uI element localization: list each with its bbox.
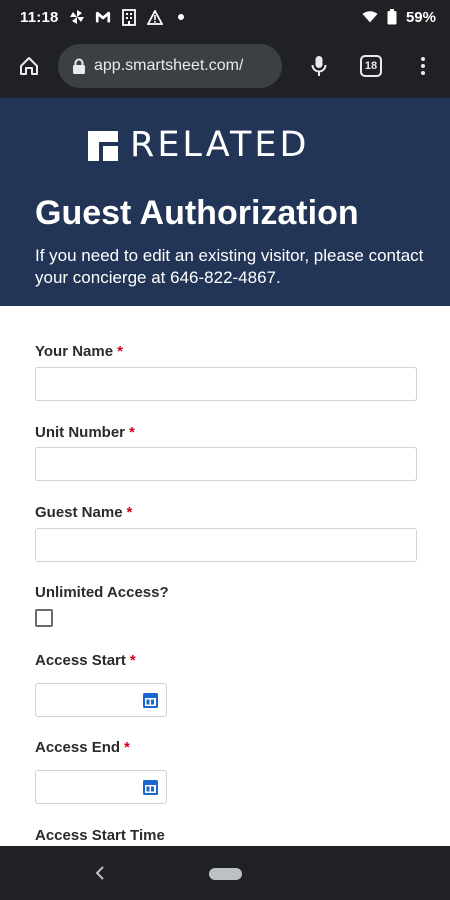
logo-text: RELATED (130, 125, 310, 165)
url-bar[interactable]: app.smartsheet.com/ (58, 44, 282, 88)
calendar-icon[interactable] (143, 780, 158, 795)
required-marker: * (126, 504, 133, 521)
tab-count: 18 (360, 55, 382, 77)
url-text: app.smartsheet.com/ (94, 57, 244, 74)
related-logo: RELATED (88, 128, 309, 163)
guest-name-label: Guest Name * (35, 504, 133, 521)
more-vert-icon (421, 57, 425, 75)
logo-mark-icon (88, 130, 118, 161)
access-start-time-label: Access Start Time (35, 827, 165, 844)
unlimited-access-checkbox[interactable] (35, 609, 53, 627)
access-start-date-input[interactable] (35, 683, 167, 717)
home-gesture-pill[interactable] (209, 868, 242, 880)
guest-name-input[interactable] (35, 528, 417, 562)
your-name-input[interactable] (35, 367, 417, 401)
required-marker: * (129, 652, 136, 669)
wifi-icon (362, 9, 378, 25)
status-bar: 11:18 59% (0, 0, 450, 34)
dot-icon (173, 9, 189, 25)
voice-search-button[interactable] (304, 51, 334, 81)
access-start-label: Access Start * (35, 652, 136, 669)
alert-icon (146, 9, 163, 25)
home-icon (20, 57, 38, 75)
required-marker: * (124, 739, 130, 756)
unlimited-access-label: Unlimited Access? (35, 584, 169, 601)
building-icon (121, 8, 137, 26)
status-time: 11:18 (20, 8, 59, 26)
battery-percent: 59% (405, 8, 436, 26)
required-marker: * (129, 424, 135, 441)
guest-form: Your Name * Unit Number * Guest Name * Unli… (0, 306, 450, 846)
your-name-label: Your Name * (35, 343, 123, 360)
battery-icon (384, 9, 400, 25)
status-left: 11:18 (20, 9, 189, 26)
browser-toolbar: app.smartsheet.com/ 18 (0, 34, 450, 98)
page-description: If you need to edit an existing visitor,… (35, 246, 424, 287)
gmail-icon (95, 9, 111, 25)
access-end-label: Access End * (35, 739, 130, 756)
page-title: Guest Authorization (35, 194, 359, 232)
menu-button[interactable] (408, 51, 438, 81)
toolbar-actions: 18 (304, 51, 438, 81)
status-right: 59% (362, 9, 436, 26)
lock-icon (73, 58, 85, 74)
microphone-icon (311, 56, 327, 76)
system-nav-bar (0, 846, 450, 900)
unit-number-label: Unit Number * (35, 424, 135, 441)
unit-number-input[interactable] (35, 447, 417, 481)
pinwheel-icon (69, 9, 85, 25)
calendar-icon[interactable] (143, 693, 158, 708)
home-button[interactable] (14, 51, 44, 81)
form-header: RELATED Guest Authorization If you need … (0, 98, 450, 306)
tab-switcher-button[interactable]: 18 (356, 51, 386, 81)
back-button[interactable] (92, 862, 108, 884)
chevron-left-icon (95, 866, 104, 880)
access-end-date-input[interactable] (35, 770, 167, 804)
required-marker: * (117, 343, 123, 360)
